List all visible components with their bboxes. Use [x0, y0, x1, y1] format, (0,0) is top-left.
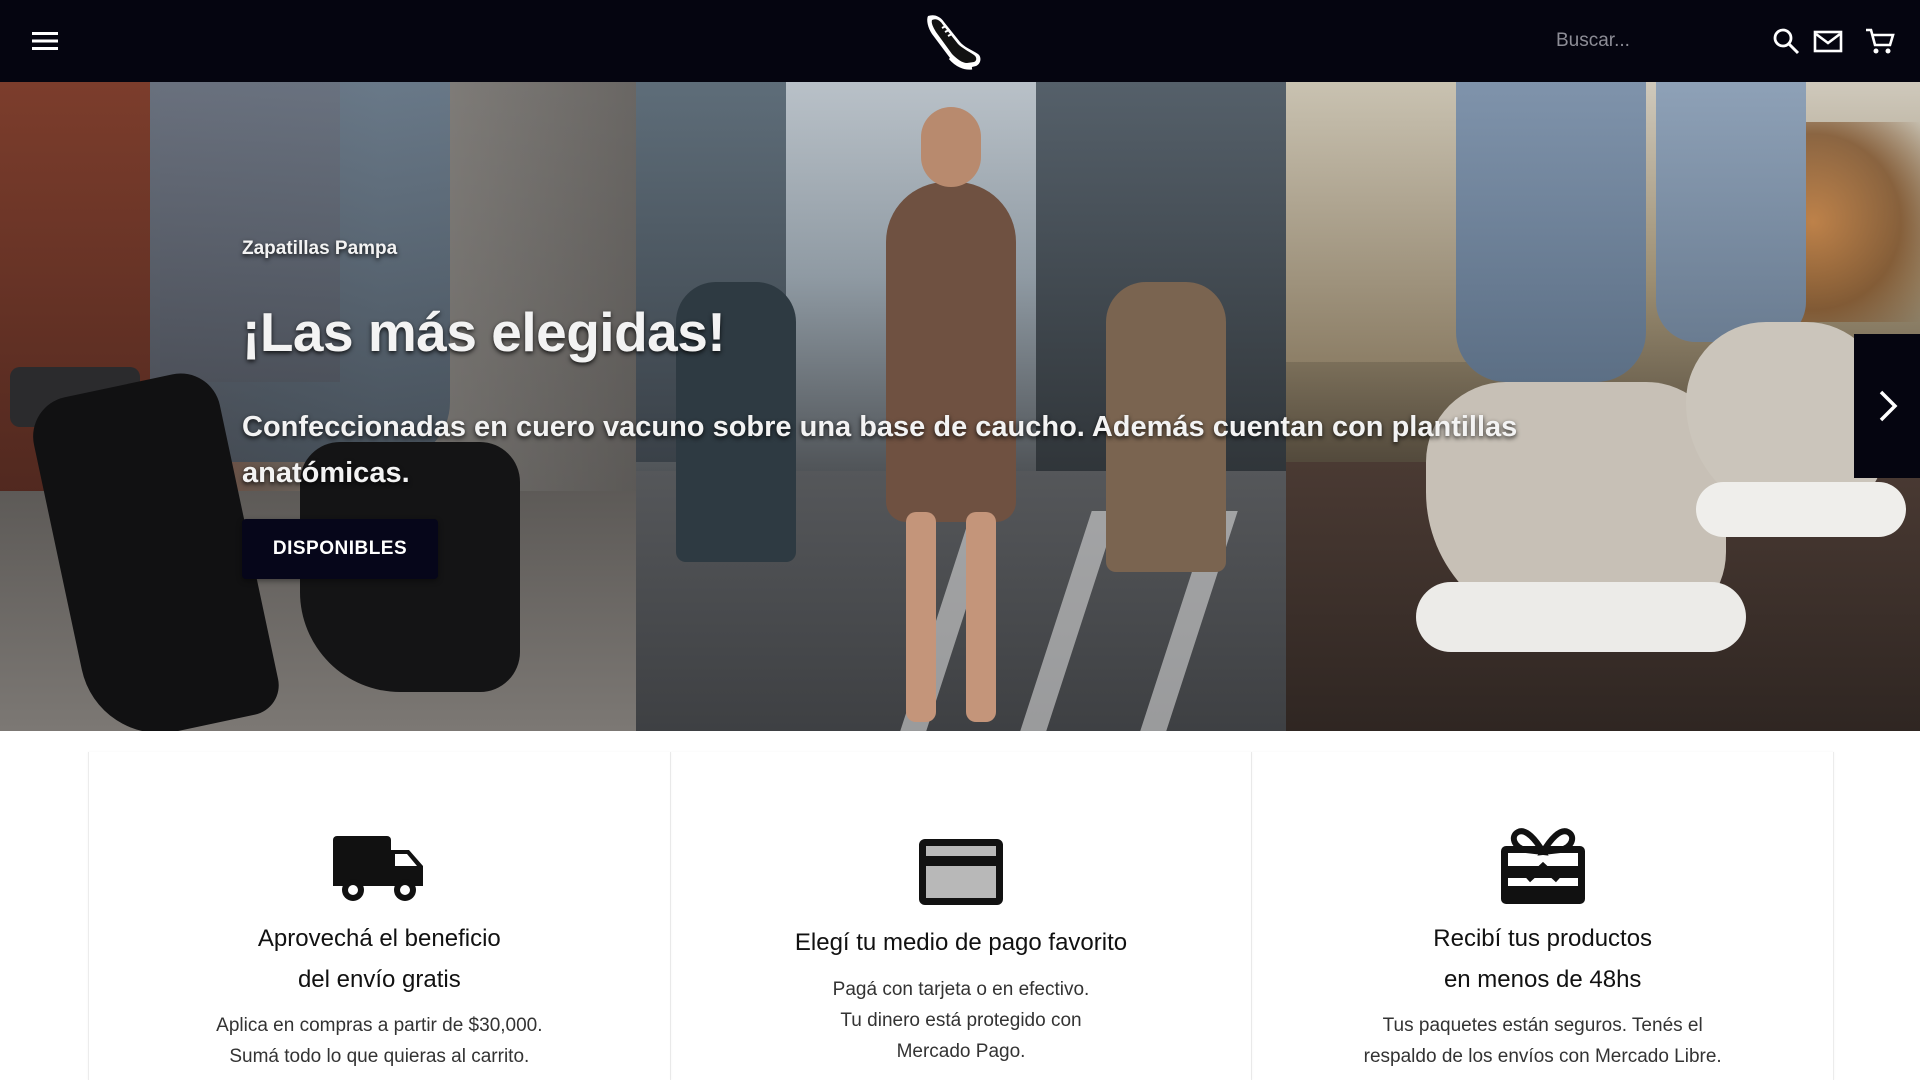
benefits-section: Aprovechá el beneficio del envío gratis … [88, 752, 1835, 1080]
available-button[interactable]: DISPONIBLES [242, 519, 438, 579]
benefit-text-line3: Mercado Pago. [896, 1041, 1026, 1062]
cart-icon[interactable] [1865, 26, 1895, 56]
search-icon[interactable] [1771, 26, 1801, 56]
hamburger-menu-icon[interactable] [30, 27, 62, 55]
hero-carousel: Zapatillas Pampa ¡Las más elegidas! Conf… [0, 82, 1920, 731]
hero-headline: ¡Las más elegidas! [242, 301, 726, 363]
mail-icon[interactable] [1813, 26, 1843, 56]
benefit-text-line1: Tus paquetes están seguros. Tenés el [1382, 1015, 1703, 1036]
benefit-title-line1: Elegí tu medio de pago favorito [794, 929, 1128, 956]
carousel-next-button[interactable] [1854, 334, 1920, 478]
benefit-text-line1: Aplica en compras a partir de $30,000. [216, 1015, 543, 1036]
benefit-text-line2: Tu dinero está protegido con [840, 1010, 1082, 1031]
benefit-title-line1: Recibí tus productos [1433, 925, 1653, 952]
chevron-right-icon [1879, 390, 1898, 422]
credit-card-icon [916, 836, 1006, 913]
benefit-title-line1: Aprovechá el beneficio [257, 925, 501, 952]
benefit-title-line2: del envío gratis [297, 966, 461, 993]
top-navbar [0, 0, 1920, 82]
benefit-text-line2: respaldo de los envíos con Mercado Libre… [1363, 1046, 1722, 1067]
truck-icon [331, 832, 427, 909]
benefit-text-line2: Sumá todo lo que quieras al carrito. [229, 1046, 530, 1067]
benefit-fast-delivery: Recibí tus productos en menos de 48hs Tu… [1252, 752, 1835, 1080]
hero-kicker: Zapatillas Pampa [242, 238, 398, 259]
gift-card-icon [1498, 822, 1588, 911]
search-input[interactable] [1556, 24, 1756, 58]
benefit-text-line1: Pagá con tarjeta o en efectivo. [832, 979, 1090, 1000]
benefit-free-shipping: Aprovechá el beneficio del envío gratis … [88, 752, 671, 1080]
benefit-title-line2: en menos de 48hs [1443, 966, 1642, 993]
hero-description: Confeccionadas en cuero vacuno sobre una… [242, 411, 1518, 489]
sneaker-logo-icon[interactable] [920, 8, 986, 74]
benefit-payment: Elegí tu medio de pago favorito Pagá con… [671, 752, 1253, 1080]
